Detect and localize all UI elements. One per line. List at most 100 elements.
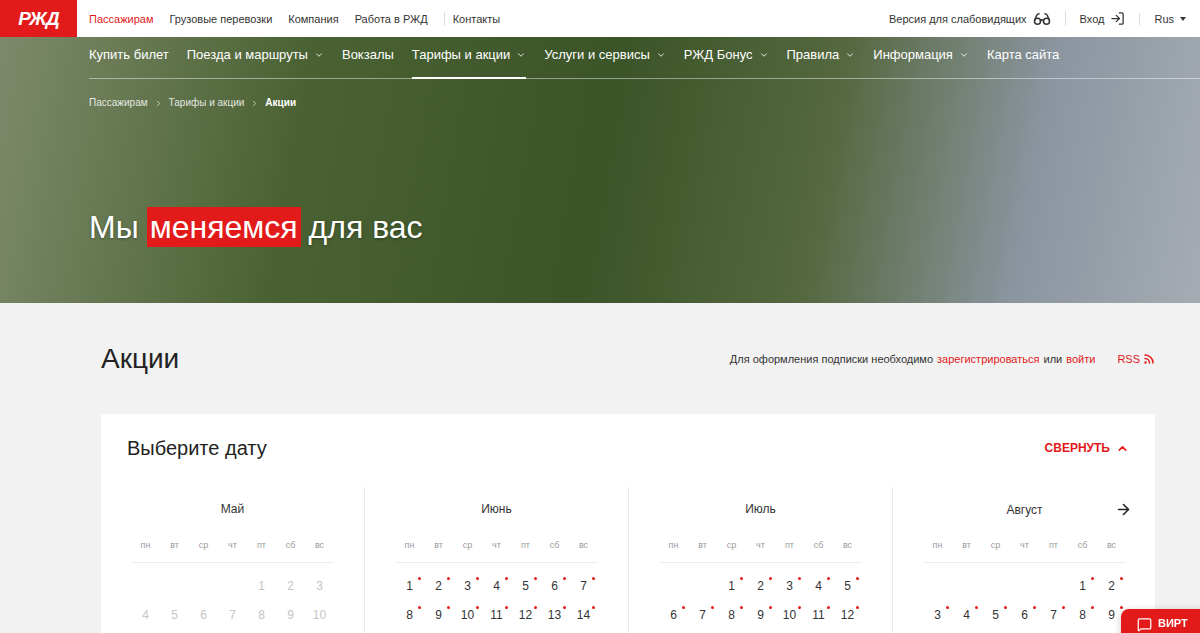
week-row: 891011121314 <box>395 600 598 629</box>
event-dot <box>1091 606 1094 609</box>
day-cell[interactable]: 1 <box>395 571 424 600</box>
day-cell <box>131 571 160 600</box>
main-menu-item[interactable]: Поезда и маршруты <box>187 37 324 79</box>
day-cell[interactable]: 10 <box>453 600 482 629</box>
event-dot <box>476 577 479 580</box>
hero: Купить билет Поезда и маршруты Вокзалы Тари… <box>0 37 1200 303</box>
breadcrumb-item[interactable]: Акции <box>265 97 296 109</box>
rss-link[interactable]: RSS <box>1117 353 1155 365</box>
day-cell[interactable]: 13 <box>540 600 569 629</box>
day-cell[interactable]: 10 <box>775 600 804 629</box>
main-menu-item[interactable]: Тарифы и акции <box>412 37 527 79</box>
collapse-button[interactable]: СВЕРНУТЬ <box>1045 441 1129 455</box>
main-menu-item[interactable]: Вокзалы <box>342 37 394 79</box>
chevron-down-icon <box>314 50 324 60</box>
day-cell[interactable]: 7 <box>1039 600 1068 629</box>
top-bar: РЖД Пассажирам Грузовые перевозки Компания Р… <box>0 0 1200 37</box>
days: 1234567891011121314 <box>395 571 598 629</box>
weekday: чт <box>1010 539 1039 551</box>
day-cell[interactable]: 1 <box>1068 571 1097 600</box>
week-row: 123 <box>131 571 334 600</box>
main-menu-item[interactable]: Услуги и сервисы <box>544 37 665 79</box>
event-dot <box>740 577 743 580</box>
day-cell[interactable]: 11 <box>804 600 833 629</box>
event-dot <box>1062 606 1065 609</box>
weekday: вс <box>1097 539 1126 551</box>
day-cell <box>1039 571 1068 600</box>
day-cell[interactable]: 8 <box>717 600 746 629</box>
day-cell[interactable]: 14 <box>569 600 598 629</box>
breadcrumb-item[interactable]: Тарифы и акции <box>169 97 245 109</box>
day-cell[interactable]: 7 <box>688 600 717 629</box>
event-dot <box>1033 606 1036 609</box>
next-month-button[interactable] <box>1115 501 1132 518</box>
top-link[interactable]: Компания <box>288 12 338 26</box>
event-dot <box>447 606 450 609</box>
day-cell[interactable]: 4 <box>482 571 511 600</box>
caret-icon <box>1180 17 1186 21</box>
event-dot <box>418 606 421 609</box>
chevron-down-icon <box>845 50 855 60</box>
day-cell[interactable]: 7 <box>569 571 598 600</box>
chevron-down-icon <box>959 50 969 60</box>
main-menu-item[interactable]: Информация <box>873 37 969 79</box>
language-select[interactable]: Rus <box>1139 13 1200 25</box>
main-menu-item[interactable]: Карта сайта <box>987 37 1059 79</box>
day-cell: 2 <box>276 571 305 600</box>
weekday: пн <box>659 539 688 551</box>
weekday: чт <box>218 539 247 551</box>
day-cell[interactable]: 4 <box>952 600 981 629</box>
top-link[interactable]: Контакты <box>444 12 501 26</box>
day-cell[interactable]: 11 <box>482 600 511 629</box>
days: 123456789 <box>923 571 1126 629</box>
month-name: Май <box>221 502 245 516</box>
day-cell[interactable]: 1 <box>717 571 746 600</box>
day-cell[interactable]: 3 <box>453 571 482 600</box>
day-cell[interactable]: 4 <box>804 571 833 600</box>
day-cell[interactable]: 9 <box>424 600 453 629</box>
day-cell[interactable]: 12 <box>833 600 862 629</box>
assistant-button[interactable]: ВИРТ <box>1121 609 1200 633</box>
day-cell[interactable]: 6 <box>540 571 569 600</box>
main-menu-item[interactable]: Купить билет <box>89 37 169 79</box>
logo[interactable]: РЖД <box>0 0 77 37</box>
day-cell[interactable]: 6 <box>1010 600 1039 629</box>
chevron-up-icon <box>1116 442 1129 455</box>
day-cell: 5 <box>160 600 189 629</box>
day-cell[interactable]: 5 <box>833 571 862 600</box>
month: Июльпнвтсрчтптсбвс123456789101112 <box>628 487 892 633</box>
day-cell: 6 <box>189 600 218 629</box>
day-cell[interactable]: 5 <box>981 600 1010 629</box>
months-grid: Майпнвтсрчтптсбвс12345678910Июньпнвтсрчт… <box>101 487 1155 633</box>
weekday: пт <box>511 539 540 551</box>
event-dot <box>769 606 772 609</box>
event-dot <box>946 606 949 609</box>
day-cell[interactable]: 8 <box>1068 600 1097 629</box>
day-cell[interactable]: 2 <box>1097 571 1126 600</box>
day-cell[interactable]: 3 <box>775 571 804 600</box>
login-link[interactable]: войти <box>1066 353 1095 365</box>
main-menu-item[interactable]: РЖД Бонус <box>684 37 769 79</box>
arrow-right-icon <box>1115 501 1132 518</box>
day-cell[interactable]: 8 <box>395 600 424 629</box>
top-link[interactable]: Грузовые перевозки <box>169 12 272 26</box>
accessibility-link[interactable]: Версия для слабовидящих <box>875 10 1065 28</box>
weekday: чт <box>746 539 775 551</box>
day-cell[interactable]: 5 <box>511 571 540 600</box>
top-link[interactable]: Работа в РЖД <box>355 12 428 26</box>
day-cell[interactable]: 3 <box>923 600 952 629</box>
login-link[interactable]: Вход <box>1065 11 1140 26</box>
day-cell[interactable]: 2 <box>424 571 453 600</box>
day-cell[interactable]: 9 <box>746 600 775 629</box>
register-link[interactable]: зарегистрироваться <box>937 353 1039 365</box>
breadcrumb-item[interactable]: Пассажирам <box>89 97 148 109</box>
weekday: сб <box>540 539 569 551</box>
top-link[interactable]: Пассажирам <box>89 12 153 26</box>
day-cell[interactable]: 12 <box>511 600 540 629</box>
event-dot <box>827 577 830 580</box>
main-menu-item[interactable]: Правила <box>787 37 856 79</box>
hero-title-word: для вас <box>309 207 423 247</box>
day-cell[interactable]: 6 <box>659 600 688 629</box>
day-cell[interactable]: 2 <box>746 571 775 600</box>
day-cell <box>1010 571 1039 600</box>
